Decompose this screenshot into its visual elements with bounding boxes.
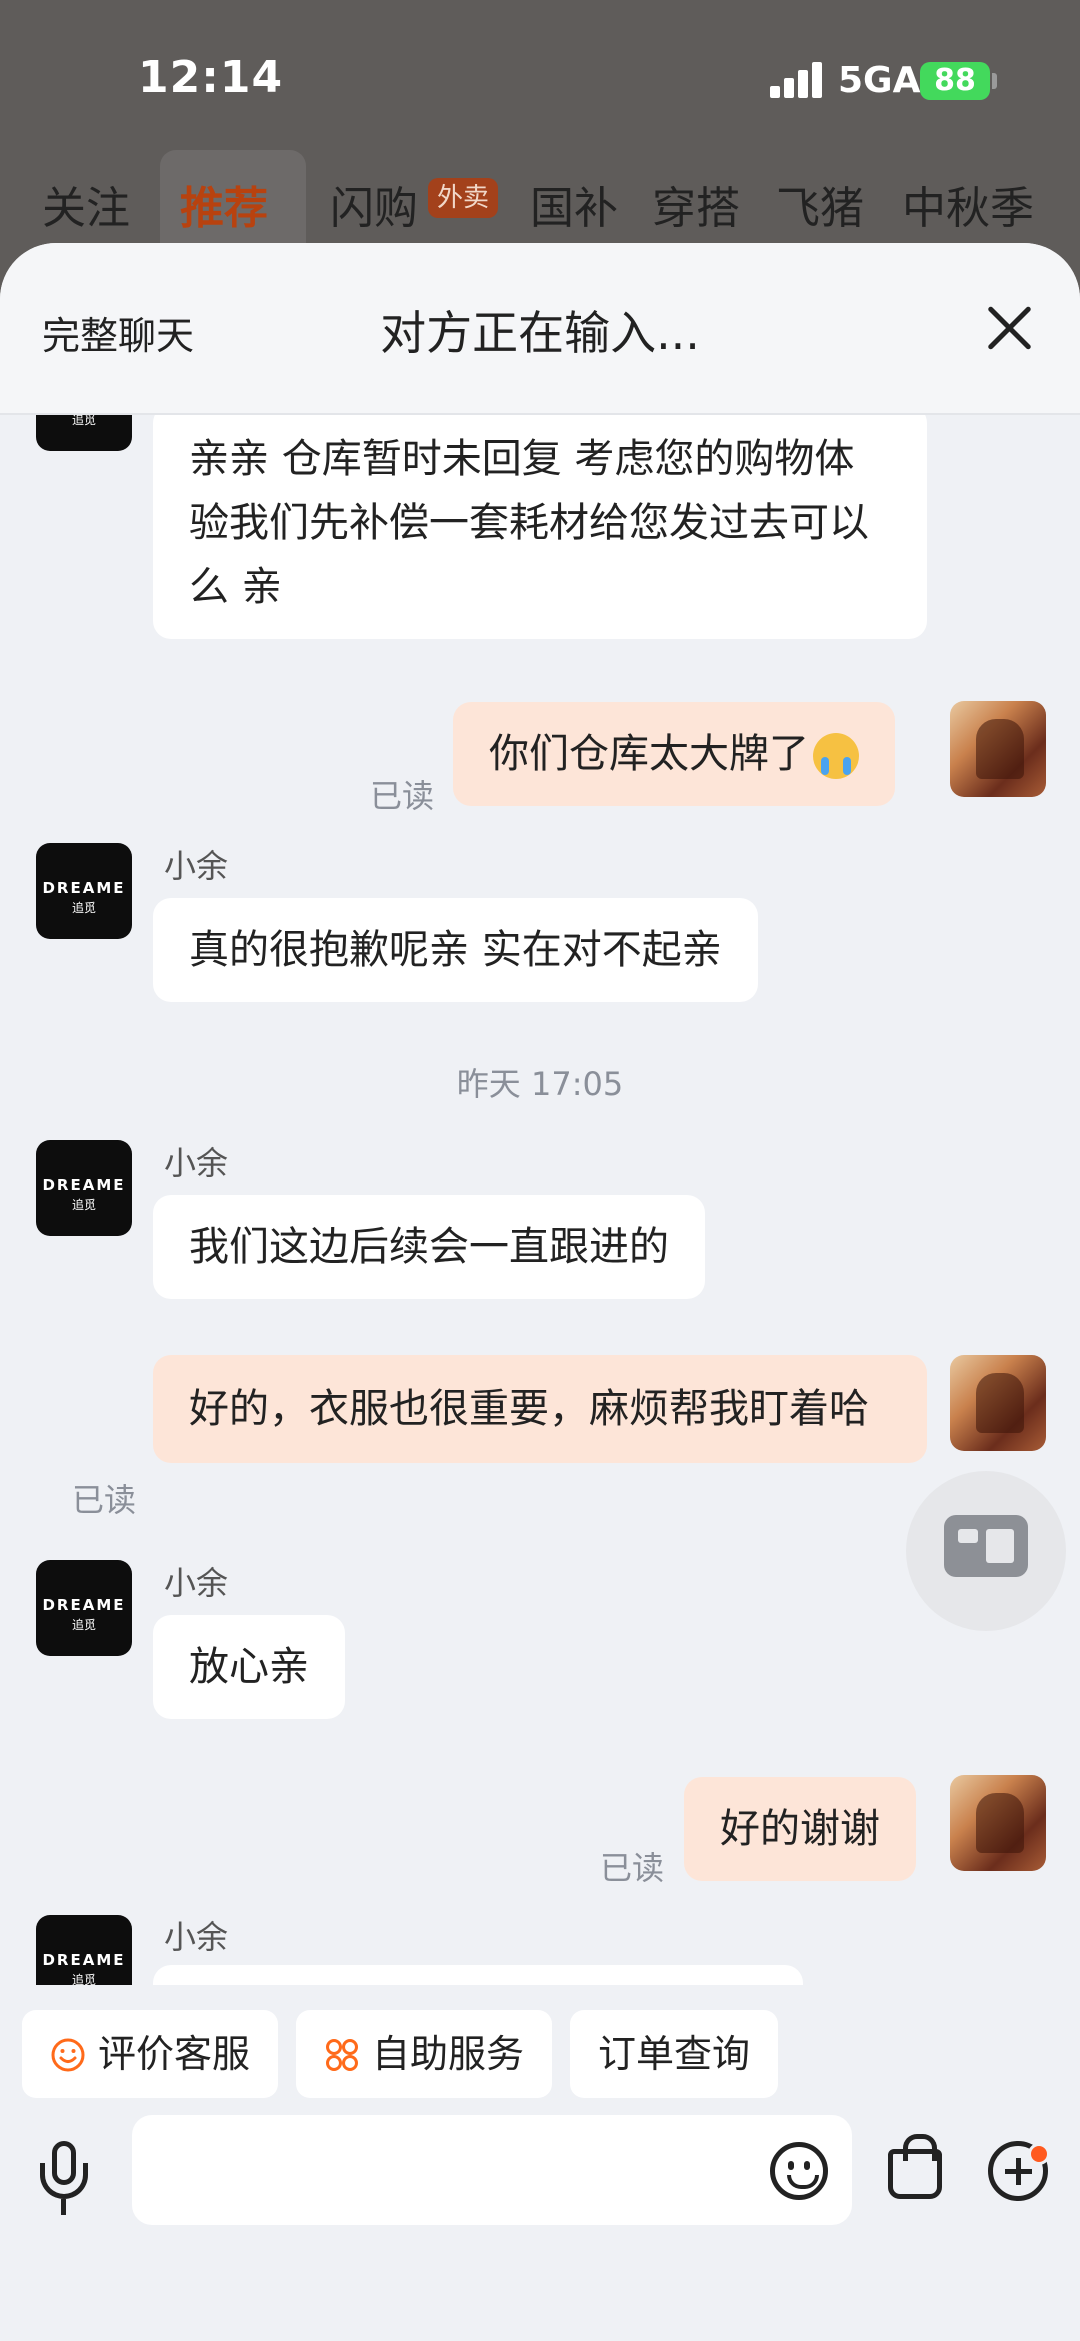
battery-icon: 88 (920, 62, 990, 100)
tab-flash-buy[interactable]: 闪购 (330, 172, 418, 236)
shop-brand-cn: 追觅 (71, 1198, 96, 1212)
order-query-button[interactable]: 订单查询 (570, 2010, 779, 2098)
grid-icon (326, 2039, 358, 2071)
shop-brand-cn: 追觅 (71, 1973, 96, 1985)
shop-brand-cn: 追觅 (71, 1618, 96, 1632)
message-bubble[interactable]: 真的很抱歉呢亲 实在对不起亲 (153, 898, 758, 1002)
read-status: 已读 (370, 777, 435, 815)
read-status: 已读 (72, 1481, 137, 1519)
user-avatar[interactable] (950, 1775, 1046, 1871)
chat-header: 完整聊天 对方正在输入... (0, 243, 1080, 415)
message-bubble[interactable]: 亲亲 仓库暂时未回复 考虑您的购物体验我们先补偿一套耗材给您发过去可以么 亲 (153, 415, 927, 639)
shop-brand: DREAME (42, 1951, 126, 1969)
chip-label: 订单查询 (598, 2032, 751, 2076)
input-bar (0, 2115, 1080, 2341)
message-bubble[interactable] (153, 1965, 803, 1985)
message-bubble[interactable]: 我们这边后续会一直跟进的 (153, 1195, 705, 1299)
my-message-bubble[interactable]: 好的谢谢 (684, 1777, 916, 1881)
battery-cap (992, 73, 997, 89)
tab-mid-autumn[interactable]: 中秋季 (902, 172, 1034, 236)
message-text: 你们仓库太大牌了 (489, 731, 809, 777)
self-service-button[interactable]: 自助服务 (296, 2010, 553, 2098)
tab-fliggy[interactable]: 飞猪 (776, 172, 864, 236)
smile-icon (51, 2038, 85, 2072)
sender-name: 小余 (164, 1144, 229, 1182)
shop-avatar[interactable]: DREAME 追觅 (36, 1140, 132, 1236)
emoji-icon[interactable] (770, 2142, 828, 2200)
sender-name: 小余 (164, 847, 229, 885)
time-separator: 昨天 17:05 (456, 1065, 624, 1103)
my-message-bubble[interactable]: 好的，衣服也很重要，麻烦帮我盯着哈 (153, 1355, 927, 1463)
shop-brand-cn: 追觅 (71, 415, 96, 427)
my-message-bubble[interactable]: 你们仓库太大牌了 (453, 702, 895, 806)
status-bar: 12:14 5GA 88 (0, 0, 1080, 150)
tab-outfit[interactable]: 穿搭 (652, 172, 740, 236)
chat-title: 对方正在输入... (380, 306, 700, 360)
rate-service-button[interactable]: 评价客服 (22, 2010, 279, 2098)
read-status: 已读 (600, 1849, 665, 1887)
tab-following[interactable]: 关注 (42, 172, 130, 236)
crying-emoji-icon (813, 733, 859, 779)
takeout-badge: 外卖 (428, 178, 498, 218)
shop-avatar[interactable]: DREAME 追觅 (36, 843, 132, 939)
shop-avatar[interactable]: DREAME 追觅 (36, 1560, 132, 1656)
notification-dot (1028, 2143, 1050, 2165)
message-bubble[interactable]: 放心亲 (153, 1615, 345, 1719)
user-avatar[interactable] (950, 701, 1046, 797)
user-avatar[interactable] (950, 1355, 1046, 1451)
category-tabs: 关注 推荐 闪购 国补 穿搭 飞猪 中秋季 (0, 160, 1080, 240)
chip-label: 评价客服 (98, 2032, 251, 2076)
tab-subsidy[interactable]: 国补 (530, 172, 618, 236)
shop-avatar[interactable]: DREAME 追觅 (36, 415, 132, 451)
shopping-bag-icon[interactable] (888, 2134, 942, 2199)
status-time: 12:14 (138, 52, 284, 103)
message-list[interactable]: DREAME 追觅 亲亲 仓库暂时未回复 考虑您的购物体验我们先补偿一套耗材给您… (0, 415, 1080, 1985)
shop-brand: DREAME (42, 879, 126, 897)
message-input[interactable] (132, 2115, 852, 2225)
sender-name: 小余 (164, 1564, 229, 1602)
floating-helper-button[interactable] (906, 1471, 1066, 1631)
shop-brand: DREAME (42, 1596, 126, 1614)
close-icon[interactable] (984, 303, 1034, 353)
microphone-icon[interactable] (34, 2141, 94, 2221)
quick-actions: 评价客服 自助服务 订单查询 (0, 2010, 1080, 2100)
chat-card-icon (944, 1515, 1028, 1577)
chip-label: 自助服务 (372, 2032, 525, 2076)
shop-avatar[interactable]: DREAME 追觅 (36, 1915, 132, 1985)
network-type: 5GA (838, 60, 921, 101)
tab-recommend[interactable]: 推荐 (180, 172, 268, 236)
shop-brand-cn: 追觅 (71, 901, 96, 915)
shop-brand: DREAME (42, 1176, 126, 1194)
signal-icon (770, 62, 826, 98)
sender-name: 小余 (164, 1918, 229, 1956)
